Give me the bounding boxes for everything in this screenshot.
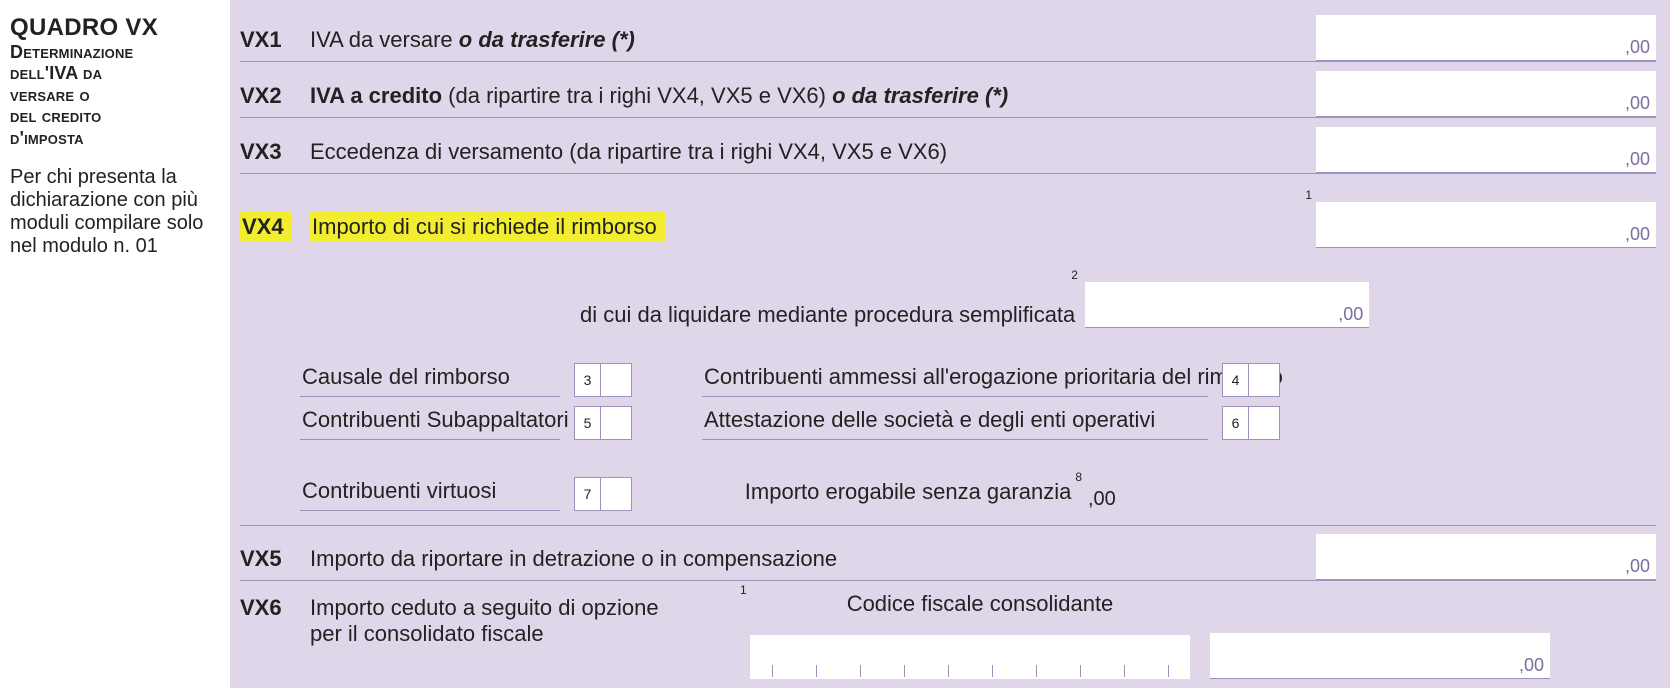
row-vx4: VX4 Importo di cui si richiede il rimbor… <box>240 174 1656 248</box>
amount-input-vx5[interactable]: ,00 <box>1316 534 1656 580</box>
amount-wrap: ,00 <box>1316 534 1656 580</box>
amount-wrap: ,00 <box>1316 15 1656 61</box>
row-desc: IVA a credito (da ripartire tra i righi … <box>310 83 1316 117</box>
field-input[interactable] <box>601 478 631 510</box>
box-5[interactable]: 5 <box>574 406 632 440</box>
amount-input-vx3[interactable]: ,00 <box>1316 127 1656 173</box>
cf-input[interactable] <box>750 635 1190 679</box>
label-subappaltatori: Contribuenti Subappaltatori <box>300 403 560 440</box>
row-desc: IVA da versare o da trasferire (*) <box>310 27 1316 61</box>
label-virtuosi: Contribuenti virtuosi <box>300 474 560 511</box>
row-code: VX1 <box>240 27 310 61</box>
field-num: 7 <box>575 478 601 510</box>
amount-input-vx2[interactable]: ,00 <box>1316 71 1656 117</box>
sidebar-note: Per chi presenta la dichiarazione con pi… <box>10 166 220 258</box>
box-7[interactable]: 7 <box>574 477 632 511</box>
box-6[interactable]: 6 <box>1222 406 1280 440</box>
row-vx3: VX3 Eccedenza di versamento (da ripartir… <box>240 118 1656 174</box>
amount-input-vx4-1[interactable]: ,00 <box>1316 202 1656 248</box>
field-sup-8: 8 <box>1075 470 1082 484</box>
row-desc: Importo di cui si richiede il rimborso <box>310 214 1316 248</box>
row-code: VX6 <box>240 587 310 621</box>
box-3[interactable]: 3 <box>574 363 632 397</box>
amount-input-vx4-2[interactable]: ,00 <box>1085 282 1369 328</box>
field-num: 3 <box>575 364 601 396</box>
amount-input-vx1[interactable]: ,00 <box>1316 15 1656 61</box>
form-main: VX1 IVA da versare o da trasferire (*) ,… <box>230 0 1670 688</box>
label-prioritaria: Contribuenti ammessi all'erogazione prio… <box>702 360 1208 397</box>
field-input[interactable] <box>1249 364 1279 396</box>
amount-wrap: ,00 <box>1210 633 1550 679</box>
row-desc: Eccedenza di versamento (da ripartire tr… <box>310 139 1316 173</box>
sidebar: QUADRO VX Determinazione dell'IVA da ver… <box>0 0 230 688</box>
row-desc: Importo da riportare in detrazione o in … <box>310 546 1316 580</box>
box-4[interactable]: 4 <box>1222 363 1280 397</box>
label-garanzia: Importo erogabile senza garanzia8 <box>742 479 1082 511</box>
field-sup-1: 1 <box>740 583 747 597</box>
section-subtitle: Determinazione dell'IVA da versare o del… <box>10 42 220 150</box>
form-page: QUADRO VX Determinazione dell'IVA da ver… <box>0 0 1670 688</box>
section-title: QUADRO VX <box>10 14 220 42</box>
field-input[interactable] <box>1249 407 1279 439</box>
amount-wrap: ,00 <box>1316 127 1656 173</box>
field-input[interactable] <box>601 364 631 396</box>
vx4-fields-grid: Causale del rimborso 3 Contribuenti amme… <box>240 332 1656 525</box>
cf-label: Codice fiscale consolidante <box>847 587 1114 617</box>
field-num: 5 <box>575 407 601 439</box>
field-sup-1: 1 <box>1305 188 1312 202</box>
row-vx4-sub2: di cui da liquidare mediante procedura s… <box>240 248 1656 332</box>
row-code: VX4 <box>240 214 310 248</box>
field-num: 4 <box>1223 364 1249 396</box>
row-code: VX5 <box>240 546 310 580</box>
sub-label: di cui da liquidare mediante procedura s… <box>580 302 1085 328</box>
row-vx1: VX1 IVA da versare o da trasferire (*) ,… <box>240 6 1656 62</box>
amount-input-vx4-8[interactable]: ,00 <box>1088 488 1332 511</box>
row-vx5: VX5 Importo da riportare in detrazione o… <box>240 525 1656 581</box>
grid-line: Contribuenti virtuosi 7 Importo erogabil… <box>300 474 1656 511</box>
grid-line: Causale del rimborso 3 Contribuenti amme… <box>300 360 1656 397</box>
sub-amount-wrap: 2 ,00 <box>1085 282 1369 328</box>
row-vx2: VX2 IVA a credito (da ripartire tra i ri… <box>240 62 1656 118</box>
label-attestazione: Attestazione delle società e degli enti … <box>702 403 1208 440</box>
grid-line: Contribuenti Subappaltatori 5 Attestazio… <box>300 403 1656 440</box>
row-vx6: VX6 Importo ceduto a seguito di opzione … <box>240 581 1656 679</box>
row-code: VX3 <box>240 139 310 173</box>
amount-wrap: ,00 <box>1316 71 1656 117</box>
row-code: VX2 <box>240 83 310 117</box>
amount-input-vx6[interactable]: ,00 <box>1210 633 1550 679</box>
row-desc: Importo ceduto a seguito di opzione per … <box>310 587 730 648</box>
label-causale: Causale del rimborso <box>300 360 560 397</box>
amount-wrap: 1 ,00 <box>1316 202 1656 248</box>
field-num: 6 <box>1223 407 1249 439</box>
field-sup-2: 2 <box>1071 268 1078 282</box>
field-input[interactable] <box>601 407 631 439</box>
cf-block: Codice fiscale consolidante <box>730 587 1190 679</box>
sub-amount-wrap: ,00 <box>1088 488 1332 511</box>
